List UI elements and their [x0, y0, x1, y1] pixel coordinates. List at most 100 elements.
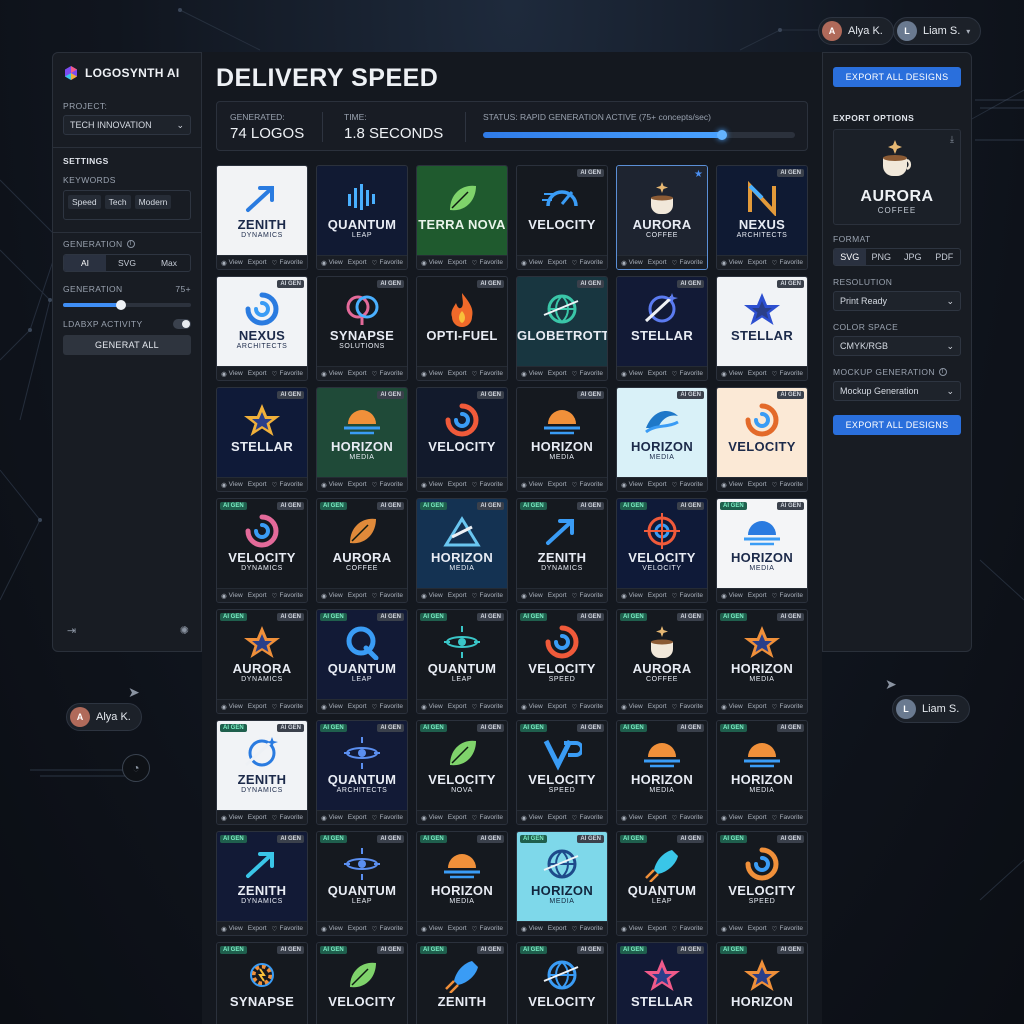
export-action[interactable]: Export	[748, 925, 767, 932]
logout-icon[interactable]: ⇥	[67, 624, 76, 637]
favorite-action[interactable]: ♡ Favorite	[672, 259, 703, 267]
favorite-action[interactable]: ♡ Favorite	[272, 370, 303, 378]
export-action[interactable]: Export	[548, 814, 567, 821]
view-action[interactable]: ◉ View	[321, 925, 343, 933]
export-action[interactable]: Export	[448, 481, 467, 488]
favorite-action[interactable]: ♡ Favorite	[672, 592, 703, 600]
logo-card[interactable]: SYNAPSE SOLUTIONS AI GEN ◉ View Export ♡ F…	[316, 276, 408, 381]
export-action[interactable]: Export	[648, 259, 667, 266]
logo-card[interactable]: QUANTUM LEAP AI GEN AI GEN ◉ View Export …	[616, 831, 708, 936]
view-action[interactable]: ◉ View	[321, 259, 343, 267]
export-action[interactable]: Export	[548, 703, 567, 710]
keyword-chip[interactable]: Speed	[68, 195, 101, 209]
favorite-action[interactable]: ♡ Favorite	[772, 814, 803, 822]
favorite-action[interactable]: ♡ Favorite	[772, 592, 803, 600]
slider-knob[interactable]	[115, 300, 126, 310]
export-action[interactable]: Export	[648, 592, 667, 599]
export-action[interactable]: Export	[748, 592, 767, 599]
view-action[interactable]: ◉ View	[721, 703, 743, 711]
logo-card[interactable]: GLOBETROTTER AI GEN ◉View Export ♡Favori…	[516, 276, 608, 381]
download-icon[interactable]: ⤓	[950, 134, 954, 145]
export-action[interactable]: Export	[548, 925, 567, 932]
logo-card[interactable]: STELLAR AI GEN ◉ View Export ♡ Favorite	[216, 387, 308, 492]
favorite-action[interactable]: ♡ Favorite	[372, 925, 403, 933]
favorite-action[interactable]: ♡ Favorite	[772, 481, 803, 489]
favorite-action[interactable]: ♡ Favorite	[572, 370, 603, 378]
mode-svg[interactable]: SVG	[106, 255, 148, 271]
favorite-action[interactable]: ♡ Favorite	[672, 481, 703, 489]
favorite-action[interactable]: ♡ Favorite	[672, 814, 703, 822]
logo-card[interactable]: VELOCITY SPEED AI GEN AI GEN ◉ View Expor…	[716, 831, 808, 936]
export-action[interactable]: Export	[748, 370, 767, 377]
logo-card[interactable]: AURORA COFFEE AI GEN AI GEN ◉ View Export…	[616, 609, 708, 714]
favorite-action[interactable]: ♡ Favorite	[272, 481, 303, 489]
logo-card[interactable]: TERRA NOVA ◉ View Export ♡ Favorite	[416, 165, 508, 270]
view-action[interactable]: ◉ View	[621, 481, 643, 489]
export-action[interactable]: Export	[748, 703, 767, 710]
view-action[interactable]: ◉ View	[621, 925, 643, 933]
export-action[interactable]: Export	[248, 481, 267, 488]
favorite-action[interactable]: ♡ Favorite	[772, 259, 803, 267]
favorite-action[interactable]: ♡ Favorite	[272, 703, 303, 711]
export-action[interactable]: Export	[548, 592, 567, 599]
keyword-chip[interactable]: Modern	[134, 195, 172, 209]
logo-card[interactable]: VELOCITY VELOCITY AI GEN AI GEN ◉ View Ex…	[616, 498, 708, 603]
view-action[interactable]: ◉ View	[721, 481, 743, 489]
logo-card[interactable]: NEXUS ARCHITECTS AI GEN ◉ View Export ♡ Fa…	[716, 165, 808, 270]
export-action[interactable]: Export	[448, 259, 467, 266]
logo-card[interactable]: ZENITH DYNAMICS AI GEN AI GEN ◉ View Expo…	[516, 498, 608, 603]
logo-card[interactable]: ZENITH AI GEN AI GEN ◉View Export ♡Favor…	[416, 942, 508, 1024]
view-action[interactable]: ◉ View	[221, 703, 243, 711]
logo-card[interactable]: VELOCITY AI GEN ◉ View Export ♡ Favorite	[716, 387, 808, 492]
keywords-input[interactable]: Speed Tech Modern	[63, 190, 191, 220]
favorite-action[interactable]: ♡ Favorite	[472, 481, 503, 489]
logo-card[interactable]: QUANTUM LEAP AI GEN AI GEN ◉ View Export …	[316, 831, 408, 936]
export-action[interactable]: Export	[248, 703, 267, 710]
logo-card[interactable]: HORIZON MEDIA AI GEN AI GEN ◉ View Export…	[516, 831, 608, 936]
logo-card[interactable]: AURORA COFFEE ★ ◉ View Export ♡ Favorite	[616, 165, 708, 270]
view-action[interactable]: ◉ View	[421, 481, 443, 489]
keyword-chip[interactable]: Tech	[104, 195, 131, 209]
favorite-action[interactable]: ♡ Favorite	[572, 592, 603, 600]
mode-ai[interactable]: AI	[64, 255, 106, 271]
format-selector[interactable]: SVG PNG JPG PDF	[833, 248, 961, 266]
favorite-action[interactable]: ♡ Favorite	[272, 259, 303, 267]
logo-card[interactable]: ZENITH DYNAMICS ◉ View Export ♡ Favorite	[216, 165, 308, 270]
logo-card[interactable]: QUANTUM LEAP AI GEN AI GEN ◉ View Export …	[416, 609, 508, 714]
view-action[interactable]: ◉ View	[521, 703, 543, 711]
view-action[interactable]: ◉ View	[521, 481, 543, 489]
logo-card[interactable]: VELOCITY SPEED AI GEN AI GEN ◉ View Expor…	[516, 609, 608, 714]
favorite-action[interactable]: ♡ Favorite	[472, 370, 503, 378]
view-action[interactable]: ◉ View	[321, 814, 343, 822]
generation-slider[interactable]	[63, 300, 191, 310]
view-action[interactable]: ◉ View	[721, 925, 743, 933]
export-action[interactable]: Export	[348, 703, 367, 710]
logo-card[interactable]: QUANTUM ARCHITECTS AI GEN AI GEN ◉ View E…	[316, 720, 408, 825]
view-action[interactable]: ◉ View	[721, 814, 743, 822]
presence-user-alya[interactable]: A Alya K.	[818, 17, 894, 45]
favorite-action[interactable]: ♡ Favorite	[472, 592, 503, 600]
format-jpg[interactable]: JPG	[897, 249, 929, 265]
logo-card[interactable]: AURORA DYNAMICS AI GEN AI GEN ◉ View Expo…	[216, 609, 308, 714]
export-action[interactable]: Export	[348, 370, 367, 377]
favorite-action[interactable]: ♡ Favorite	[372, 814, 403, 822]
logo-card[interactable]: QUANTUM LEAP AI GEN AI GEN ◉ View Export …	[316, 609, 408, 714]
favorite-action[interactable]: ♡ Favorite	[572, 814, 603, 822]
favorite-action[interactable]: ♡ Favorite	[672, 925, 703, 933]
view-action[interactable]: ◉ View	[521, 814, 543, 822]
view-action[interactable]: ◉ View	[721, 592, 743, 600]
export-action[interactable]: Export	[648, 925, 667, 932]
export-action[interactable]: Export	[448, 814, 467, 821]
view-action[interactable]: ◉ View	[221, 259, 243, 267]
export-action[interactable]: Export	[748, 481, 767, 488]
favorite-action[interactable]: ♡ Favorite	[472, 925, 503, 933]
favorite-action[interactable]: ♡ Favorite	[272, 592, 303, 600]
export-action[interactable]: Export	[248, 592, 267, 599]
view-action[interactable]: ◉ View	[421, 370, 443, 378]
favorite-action[interactable]: ♡ Favorite	[472, 259, 503, 267]
activity-toggle[interactable]	[173, 319, 191, 329]
export-action[interactable]: Export	[248, 925, 267, 932]
export-action[interactable]: Export	[348, 814, 367, 821]
view-action[interactable]: ◉ View	[421, 925, 443, 933]
view-action[interactable]: ◉ View	[621, 703, 643, 711]
